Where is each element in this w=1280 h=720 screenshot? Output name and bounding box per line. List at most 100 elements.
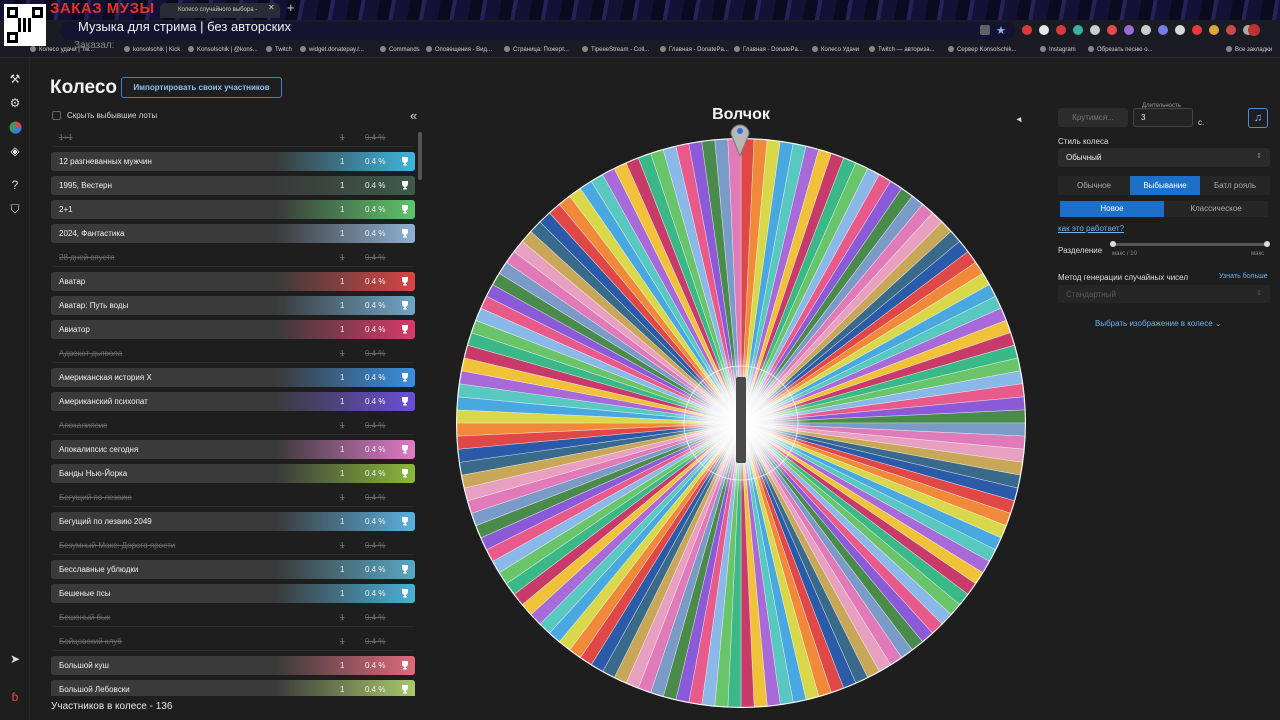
extension-icon[interactable]	[1107, 25, 1117, 35]
duration-input[interactable]: 3	[1133, 108, 1193, 127]
import-participants-button[interactable]: Импортировать своих участников	[121, 77, 282, 98]
bookmark[interactable]: Главная - DonatePa...	[660, 46, 729, 53]
mode-elimination-tab[interactable]: Выбывание	[1130, 176, 1200, 195]
bookmark[interactable]: Все закладки	[1226, 46, 1272, 53]
trophy-icon[interactable]	[395, 512, 415, 531]
trophy-icon[interactable]	[395, 560, 415, 579]
mode-normal-tab[interactable]: Обычное	[1058, 176, 1130, 195]
lot-row[interactable]: Бегущий по лезвию 2049 1 0.4 %	[51, 512, 415, 531]
wheel-style-select[interactable]: Обычный ⇕	[1058, 148, 1270, 167]
extension-icon[interactable]	[1124, 25, 1134, 35]
lot-list-scrollbar[interactable]	[418, 132, 422, 180]
rng-select[interactable]: Стандартный ⇕	[1058, 285, 1270, 303]
trophy-icon[interactable]	[395, 200, 415, 219]
wheel-icon[interactable]	[8, 120, 22, 134]
bookmark[interactable]: Колесо Удачи	[812, 46, 859, 53]
lot-row[interactable]: 12 разгневанных мужчин 1 0.4 %	[51, 152, 415, 171]
gear-icon[interactable]: ⚙	[8, 96, 22, 110]
split-slider-handle[interactable]	[1110, 241, 1116, 247]
lot-row[interactable]: Адвокат дьявола 1 0.4 %	[51, 344, 415, 363]
spin-button[interactable]: Крутимся...	[1058, 108, 1128, 127]
wheel[interactable]	[454, 136, 1028, 710]
collapse-panel-icon[interactable]: «	[410, 108, 417, 123]
rng-learn-more-link[interactable]: Узнать больше	[1219, 273, 1268, 280]
lot-row[interactable]: Банды Нью-Йорка 1 0.4 %	[51, 464, 415, 483]
trophy-icon[interactable]	[395, 176, 415, 195]
hide-eliminated-checkbox[interactable]	[52, 111, 61, 120]
trophy-icon[interactable]	[395, 272, 415, 291]
variant-classic-tab[interactable]: Классическое	[1164, 201, 1268, 217]
trophy-icon[interactable]	[395, 368, 415, 387]
extension-icon[interactable]	[1226, 25, 1236, 35]
bookmark[interactable]: Страница: Пожерт...	[504, 46, 569, 53]
split-slider[interactable]	[1112, 243, 1268, 246]
lot-row[interactable]: Безумный Макс: Дорога ярости 1 0.4 %	[51, 536, 415, 555]
trophy-icon[interactable]	[395, 656, 415, 675]
wheel-graphic[interactable]	[454, 136, 1028, 710]
music-icon[interactable]: ♫	[1248, 108, 1268, 128]
trophy-icon[interactable]	[395, 464, 415, 483]
layers-icon[interactable]: ◈	[8, 144, 22, 158]
bookmark[interactable]: Twitch — авториза...	[869, 46, 935, 53]
bookmark[interactable]: Оповещения - Вид...	[426, 46, 492, 53]
help-icon[interactable]: ?	[8, 178, 22, 192]
auction-hammer-icon[interactable]: ⚒	[8, 72, 22, 86]
trophy-icon[interactable]	[395, 224, 415, 243]
lot-row[interactable]: Бешеные псы 1 0.4 %	[51, 584, 415, 603]
lot-row[interactable]: Авиатор 1 0.4 %	[51, 320, 415, 339]
lot-row[interactable]: Апокалипсис сегодня 1 0.4 %	[51, 440, 415, 459]
lot-row[interactable]: Бойцовский клуб 1 0.4 %	[51, 632, 415, 651]
lot-row[interactable]: 1995, Вестерн 1 0.4 %	[51, 176, 415, 195]
extension-icon[interactable]	[1192, 25, 1202, 35]
extension-icon[interactable]	[1073, 25, 1083, 35]
extension-icon[interactable]	[1158, 25, 1168, 35]
lot-row[interactable]: Бешеный бык 1 0.4 %	[51, 608, 415, 627]
how-it-works-link[interactable]: как это работает?	[1058, 224, 1124, 233]
browser-tab[interactable]: Колесо случайного выбора -	[160, 3, 280, 18]
lot-row[interactable]: Американская история Х 1 0.4 %	[51, 368, 415, 387]
extension-icon[interactable]	[1056, 25, 1066, 35]
lot-row[interactable]: 1+1 1 0.4 %	[51, 128, 415, 147]
lot-row[interactable]: Бегущий по лезвию 1 0.4 %	[51, 488, 415, 507]
close-icon[interactable]: ✕	[268, 3, 275, 12]
lot-row[interactable]: 2+1 1 0.4 %	[51, 200, 415, 219]
extension-icon[interactable]	[1039, 25, 1049, 35]
trophy-icon[interactable]	[395, 296, 415, 315]
bookmark[interactable]: Обрезать песню о...	[1088, 46, 1153, 53]
bookmark[interactable]: widget.donatepay.r...	[300, 46, 364, 53]
lot-row[interactable]: Апокалипсис 1 0.4 %	[51, 416, 415, 435]
extension-icon[interactable]	[1090, 25, 1100, 35]
choose-wheel-image-link[interactable]: Выбрать изображение в колесе ⌄	[1095, 319, 1222, 328]
trophy-icon[interactable]	[395, 680, 415, 696]
bookmark[interactable]: Twitch	[266, 46, 292, 53]
telegram-icon[interactable]: ➤	[8, 652, 22, 666]
extension-icon[interactable]	[1022, 25, 1032, 35]
extension-icon[interactable]	[1141, 25, 1151, 35]
lot-row[interactable]: Большой Лебовски 1 0.4 %	[51, 680, 415, 696]
bookmark[interactable]: TipeeeStream - Coll...	[582, 46, 649, 53]
trophy-icon[interactable]	[395, 584, 415, 603]
trophy-icon[interactable]	[395, 320, 415, 339]
brand-icon[interactable]: ɓ	[8, 690, 22, 704]
trophy-icon[interactable]	[395, 392, 415, 411]
bookmark[interactable]: Сервер Konsolschik...	[948, 46, 1016, 53]
translate-icon[interactable]	[980, 25, 990, 35]
star-icon[interactable]: ★	[996, 24, 1006, 37]
lot-row[interactable]: Аватар 1 0.4 %	[51, 272, 415, 291]
bookmark[interactable]: Главная - DonatePa...	[734, 46, 803, 53]
mode-battle-royale-tab[interactable]: Батл рояль	[1200, 176, 1270, 195]
lot-row[interactable]: Американский психопат 1 0.4 %	[51, 392, 415, 411]
lot-row[interactable]: Бесславные ублюдки 1 0.4 %	[51, 560, 415, 579]
lot-row[interactable]: Большой куш 1 0.4 %	[51, 656, 415, 675]
extension-icon[interactable]	[1209, 25, 1219, 35]
lot-row[interactable]: Аватар: Путь воды 1 0.4 %	[51, 296, 415, 315]
bookmark[interactable]: Commands	[380, 46, 420, 53]
trophy-icon[interactable]	[395, 152, 415, 171]
lot-row[interactable]: 28 дней спустя 1 0.4 %	[51, 248, 415, 267]
new-tab-icon[interactable]: +	[287, 0, 295, 15]
trophy-icon[interactable]	[395, 440, 415, 459]
bookmark[interactable]: konsolschik | Kick	[124, 46, 180, 53]
profile-avatar[interactable]	[1248, 24, 1260, 36]
extension-icon[interactable]	[1175, 25, 1185, 35]
variant-new-tab[interactable]: Новое	[1060, 201, 1164, 217]
